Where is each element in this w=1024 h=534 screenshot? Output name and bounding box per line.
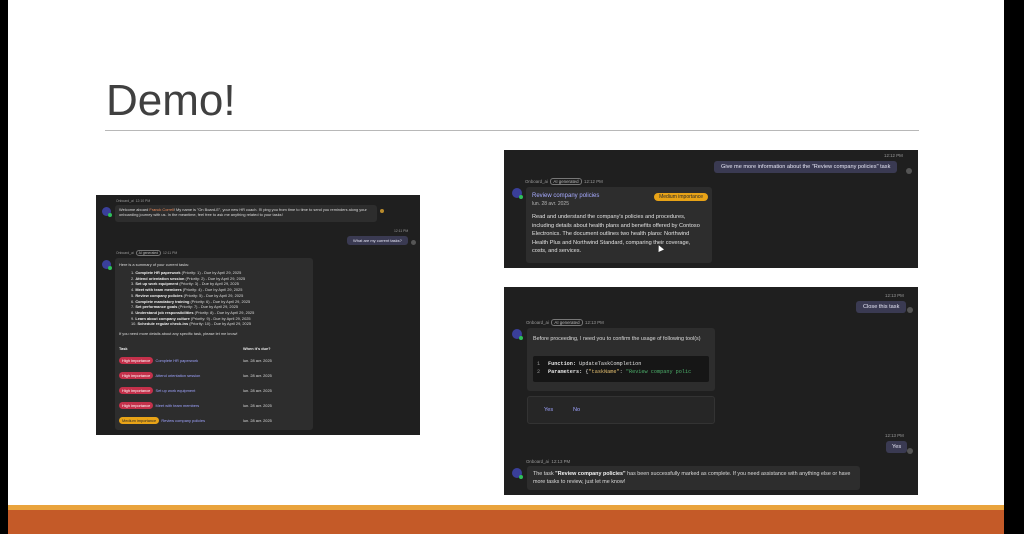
table-row: High importance Set up work equipment lu… (119, 383, 309, 398)
bot-avatar (102, 260, 112, 270)
code-block: 1 Function: UpdateTaskCompletion 2 Paramet… (533, 356, 709, 382)
user-message: What are my current tasks? (347, 236, 408, 245)
task-list: 1. Complete HR paperwork (Priority: 1) -… (131, 270, 309, 327)
details-prompt: If you need more details about any speci… (119, 331, 238, 337)
task-link[interactable]: Meet with team members (156, 403, 200, 408)
importance-badge: Medium importance (119, 417, 160, 425)
user-avatar (906, 168, 912, 174)
message-meta: Onboard_ai 12:13 PM (526, 459, 571, 464)
ai-generated-badge: AI generated (550, 178, 582, 185)
user-avatar (907, 448, 913, 454)
importance-badge: High importance (119, 372, 154, 380)
chat-screenshot-task-summary: Onboard_ai 12:10 PM Welcome aboard Franc… (96, 195, 420, 435)
card-description: Read and understand the company's polici… (532, 214, 700, 255)
user-message: Yes (886, 441, 908, 453)
task-name: "Review company policies" (555, 471, 626, 477)
bot-name: Onboard_ai (116, 199, 134, 203)
message-meta: Onboard_ai AI generated 12:13 PM (526, 319, 604, 326)
table-row: High importance Complete HR paperwork lu… (119, 353, 309, 368)
user-message-time: 12:13 PM (885, 433, 904, 438)
chat-screenshot-task-details: 12:12 PM Give me more information about … (504, 150, 918, 268)
table-row: High importance Meet with team members l… (119, 398, 309, 413)
task-link[interactable]: Set up work equipment (156, 388, 196, 393)
yes-button[interactable]: Yes (544, 407, 553, 413)
due-date: lun. 28 avr. 2025 (243, 418, 272, 424)
importance-badge: High importance (119, 402, 154, 410)
ai-generated-badge: AI generated (551, 319, 583, 326)
chat-screenshot-close-task: 12:13 PM Close this task Onboard_ai AI g… (504, 287, 918, 495)
code-line: 1 Function: UpdateTaskCompletion (537, 361, 642, 367)
importance-badge: High importance (119, 387, 154, 395)
no-button[interactable]: No (573, 407, 580, 413)
message-meta: Onboard_ai 12:10 PM (116, 199, 150, 203)
due-date: lun. 28 avr. 2025 (243, 388, 272, 394)
confirmation-message: Before proceeding, I need you to confirm… (527, 328, 715, 391)
user-message: Give me more information about the "Revi… (714, 161, 898, 173)
table-row: Medium importance Review company policie… (119, 413, 309, 428)
reaction-icon[interactable] (380, 209, 384, 213)
message-meta: Onboard_ai AI generated 12:11 PM (116, 250, 178, 256)
title-divider (105, 130, 919, 131)
user-avatar (411, 240, 416, 245)
message-time: 12:10 PM (135, 199, 151, 203)
bot-name: Onboard_ai (526, 320, 549, 325)
bot-avatar (512, 468, 523, 479)
due-date: lun. 28 avr. 2025 (243, 373, 272, 379)
task-detail-card: Review company policies Medium importanc… (526, 187, 712, 263)
bot-name: Onboard_ai (525, 179, 548, 184)
bot-avatar (512, 188, 523, 199)
user-message-time: 12:13 PM (885, 293, 904, 298)
list-item: 10. Schedule regular check-ins (Priority… (131, 321, 252, 327)
code-line: 2 Parameters: {"taskName": "Review compan… (537, 369, 692, 375)
due-date: lun. 28 avr. 2025 (243, 358, 272, 364)
welcome-message: Welcome aboard Franck Correll! My name i… (115, 205, 377, 222)
task-table: Task When it's due? High importance Comp… (119, 343, 309, 428)
completion-message: The task "Review company policies" has b… (527, 466, 860, 490)
importance-badge: Medium importance (654, 193, 708, 201)
due-date: lun. 28 avr. 2025 (243, 403, 272, 409)
task-link[interactable]: Complete HR paperwork (156, 358, 199, 363)
user-message-time: 12:11 PM (394, 229, 409, 233)
column-header-task: Task (119, 345, 128, 351)
importance-badge: High importance (119, 357, 154, 365)
user-message-time: 12:12 PM (884, 153, 903, 158)
task-summary-message: Here is a summary of your current tasks:… (115, 258, 313, 430)
table-header-row: Task When it's due? (119, 343, 309, 353)
bot-avatar (512, 329, 523, 340)
user-avatar (907, 307, 913, 313)
task-link[interactable]: Attend orientation session (156, 373, 201, 378)
confirmation-actions: Yes No (527, 396, 715, 424)
footer-bar (8, 510, 1004, 534)
bot-avatar (102, 207, 112, 217)
confirm-text: Before proceeding, I need you to confirm… (533, 336, 701, 342)
column-header-due: When it's due? (243, 345, 271, 351)
task-link[interactable]: Review company policies (161, 418, 205, 423)
summary-intro: Here is a summary of your current tasks: (119, 262, 190, 267)
message-meta: Onboard_ai AI generated 12:12 PM (525, 178, 603, 185)
user-message: Close this task (856, 301, 907, 313)
slide-title: Demo! (106, 76, 236, 125)
card-date: lun. 28 avr. 2025 (532, 201, 569, 207)
ai-generated-badge: AI generated (135, 250, 162, 256)
table-row: High importance Attend orientation sessi… (119, 368, 309, 383)
